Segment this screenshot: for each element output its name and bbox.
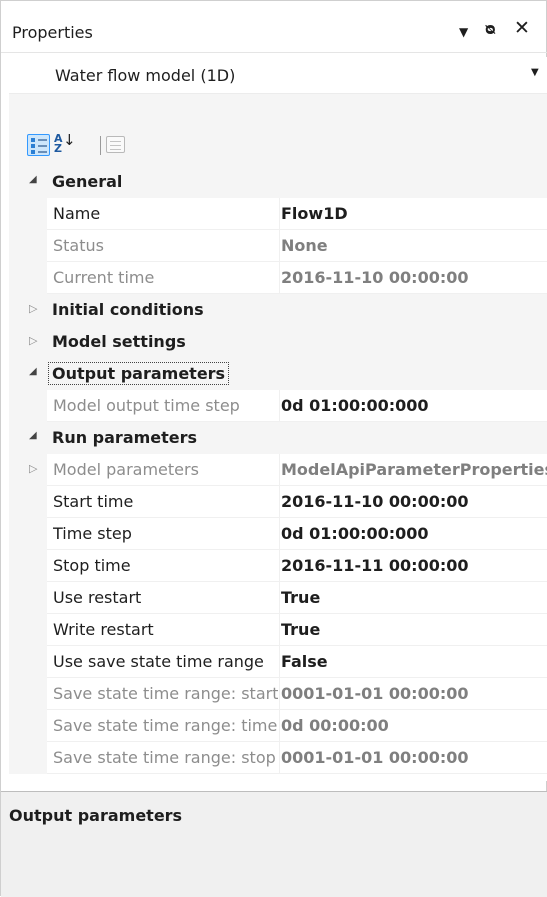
category-general[interactable]: ◢ General	[9, 166, 547, 198]
category-initial-conditions[interactable]: ▷ Initial conditions	[9, 294, 547, 326]
property-name: Write restart	[53, 620, 154, 639]
property-value[interactable]: True	[281, 588, 547, 607]
property-row-use-save-state-time-range[interactable]: Use save state time range False	[9, 646, 547, 678]
category-label: Initial conditions	[52, 300, 204, 319]
description-title: Output parameters	[9, 806, 183, 825]
property-row-save-state-time-step[interactable]: Save state time range: time step 0d 00:0…	[9, 710, 547, 742]
collapse-triangle-icon[interactable]: ◢	[29, 366, 37, 377]
property-name: Use save state time range	[53, 652, 264, 671]
property-row-name[interactable]: Name Flow1D	[9, 198, 547, 230]
object-selector-dropdown[interactable]: Water flow model (1D) ▼	[9, 57, 547, 93]
property-value[interactable]: False	[281, 652, 547, 671]
description-pane: Output parameters	[1, 791, 547, 897]
sort-az-icon[interactable]: A Z ↓	[53, 133, 76, 156]
panel-title: Properties	[12, 23, 93, 42]
property-row-time-step[interactable]: Time step 0d 01:00:00:000	[9, 518, 547, 550]
category-label: Output parameters	[47, 362, 230, 385]
property-name: Save state time range: stop	[53, 748, 276, 767]
pin-icon[interactable]: ᴓ	[485, 19, 496, 38]
categorized-view-icon[interactable]	[27, 134, 50, 156]
property-name: Model output time step	[53, 396, 240, 415]
property-name: Current time	[53, 268, 155, 287]
property-row-save-state-start[interactable]: Save state time range: start 0001-01-01 …	[9, 678, 547, 710]
category-label: Model settings	[52, 332, 186, 351]
category-run-parameters[interactable]: ◢ Run parameters	[9, 422, 547, 454]
properties-panel: Properties ▼ ᴓ ✕ Water flow model (1D) ▼…	[0, 0, 547, 897]
property-value: 0d 01:00:00:000	[281, 396, 429, 415]
property-value: 0d 00:00:00	[281, 716, 389, 735]
property-name: Use restart	[53, 588, 142, 607]
property-value[interactable]: 2016-11-10 00:00:00	[281, 492, 547, 511]
property-grid-toolbar: A Z ↓	[9, 93, 547, 166]
property-value[interactable]: True	[281, 620, 547, 639]
close-icon[interactable]: ✕	[514, 17, 530, 39]
property-value: None	[281, 236, 328, 255]
property-row-status[interactable]: Status None	[9, 230, 547, 262]
property-grid: ◢ General Name Flow1D Status None Curren…	[9, 166, 547, 781]
collapse-triangle-icon[interactable]: ◢	[29, 174, 37, 185]
property-name: Start time	[53, 492, 134, 511]
property-name: Save state time range: time step	[53, 716, 278, 735]
collapse-triangle-icon[interactable]: ◢	[29, 430, 37, 441]
toolbar-divider	[100, 136, 101, 155]
expand-triangle-icon[interactable]: ▷	[29, 462, 37, 475]
property-row-stop-time[interactable]: Stop time 2016-11-11 00:00:00	[9, 550, 547, 582]
category-model-settings[interactable]: ▷ Model settings	[9, 326, 547, 358]
property-value: 0001-01-01 00:00:00	[281, 748, 469, 767]
property-value: 0001-01-01 00:00:00	[281, 684, 469, 703]
property-value: ModelApiParameterProperties	[281, 460, 547, 479]
property-row-start-time[interactable]: Start time 2016-11-10 00:00:00	[9, 486, 547, 518]
category-output-parameters[interactable]: ◢ Output parameters	[9, 358, 547, 390]
property-row-model-output-time-step[interactable]: Model output time step 0d 01:00:00:000	[9, 390, 547, 422]
expand-triangle-icon[interactable]: ▷	[29, 334, 37, 347]
title-bar: Properties ▼ ᴓ ✕	[1, 1, 547, 53]
category-label: General	[52, 172, 123, 191]
chevron-down-icon[interactable]: ▼	[531, 67, 539, 78]
property-value[interactable]: 2016-11-11 00:00:00	[281, 556, 547, 575]
property-row-save-state-stop[interactable]: Save state time range: stop 0001-01-01 0…	[9, 742, 547, 774]
property-pages-icon[interactable]	[106, 136, 125, 153]
window-menu-dropdown-icon[interactable]: ▼	[459, 25, 468, 39]
property-row-current-time[interactable]: Current time 2016-11-10 00:00:00	[9, 262, 547, 294]
selected-object-label: Water flow model (1D)	[55, 66, 236, 85]
property-name: Model parameters	[53, 460, 199, 479]
expand-triangle-icon[interactable]: ▷	[29, 302, 37, 315]
property-row-write-restart[interactable]: Write restart True	[9, 614, 547, 646]
property-value: 2016-11-10 00:00:00	[281, 268, 469, 287]
property-row-model-parameters[interactable]: ▷ Model parameters ModelApiParameterProp…	[9, 454, 547, 486]
property-value[interactable]: Flow1D	[281, 204, 547, 223]
property-name: Stop time	[53, 556, 131, 575]
property-name: Save state time range: start	[53, 684, 278, 703]
property-value[interactable]: 0d 01:00:00:000	[281, 524, 547, 543]
property-name: Time step	[53, 524, 132, 543]
property-name: Status	[53, 236, 104, 255]
category-label: Run parameters	[52, 428, 198, 447]
property-name: Name	[53, 204, 101, 223]
property-row-use-restart[interactable]: Use restart True	[9, 582, 547, 614]
